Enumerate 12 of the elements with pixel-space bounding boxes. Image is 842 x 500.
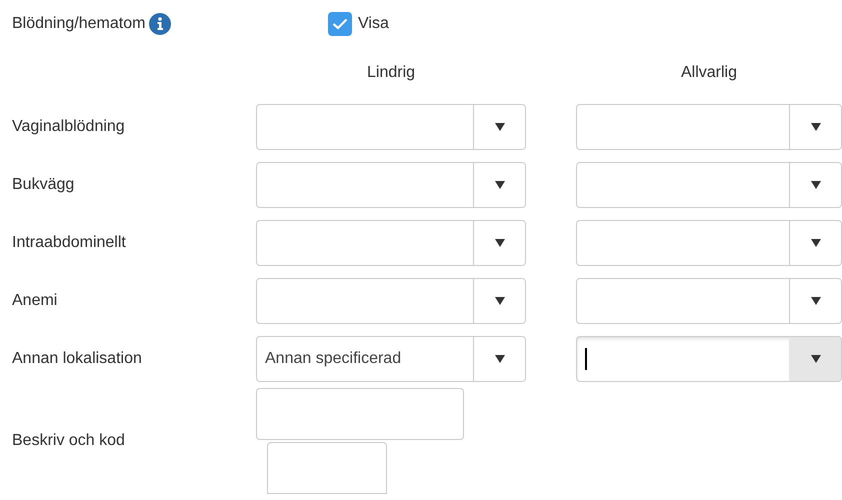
column-header: Allvarlig xyxy=(680,64,737,81)
row-label: Anemi xyxy=(12,292,58,310)
column-header: Lindrig xyxy=(366,64,416,81)
section-title: Blödning/hematom xyxy=(12,15,146,33)
row-label: Vaginalblödning xyxy=(12,118,125,136)
checkbox-label[interactable]: Visa xyxy=(358,15,389,33)
select-field[interactable]: Annan specificerad xyxy=(256,336,526,382)
row-label: Bukvägg xyxy=(12,176,74,194)
row-label: Intraabdominellt xyxy=(12,234,126,252)
row-label: Annan lokalisation xyxy=(12,350,142,368)
select-value: Annan specificerad xyxy=(265,350,402,368)
field-label: Beskriv och kod xyxy=(12,432,126,450)
